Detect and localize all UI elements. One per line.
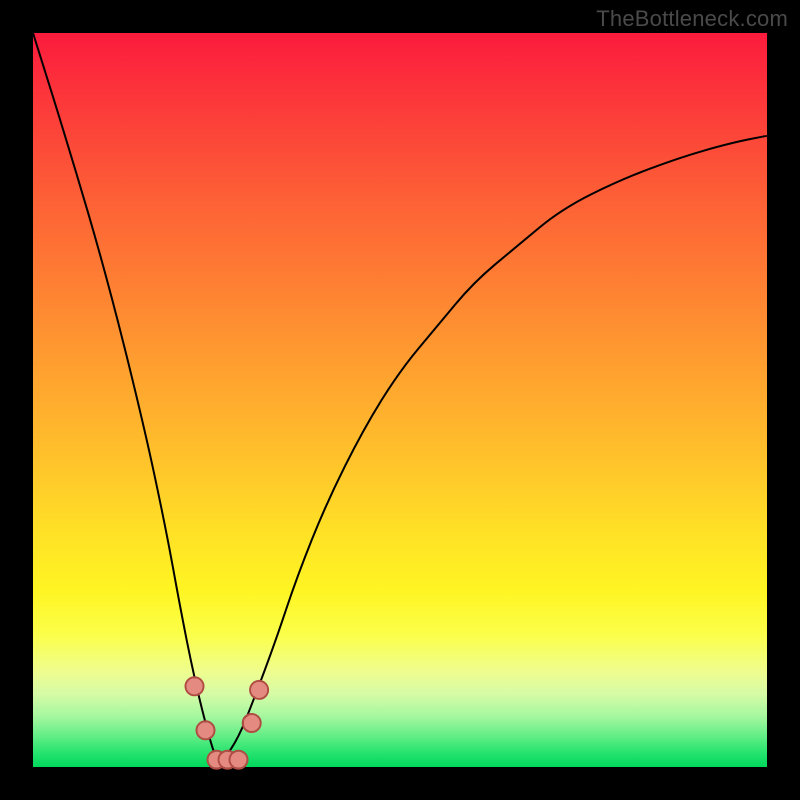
highlighted-point xyxy=(231,752,247,768)
highlighted-points-group xyxy=(186,677,269,768)
bottleneck-curve xyxy=(33,33,767,760)
highlighted-point xyxy=(244,715,260,731)
chart-frame: TheBottleneck.com xyxy=(0,0,800,800)
highlighted-point xyxy=(198,722,214,738)
highlighted-point xyxy=(187,678,203,694)
chart-svg xyxy=(33,33,767,767)
watermark-label: TheBottleneck.com xyxy=(596,6,788,32)
highlighted-point xyxy=(251,682,267,698)
